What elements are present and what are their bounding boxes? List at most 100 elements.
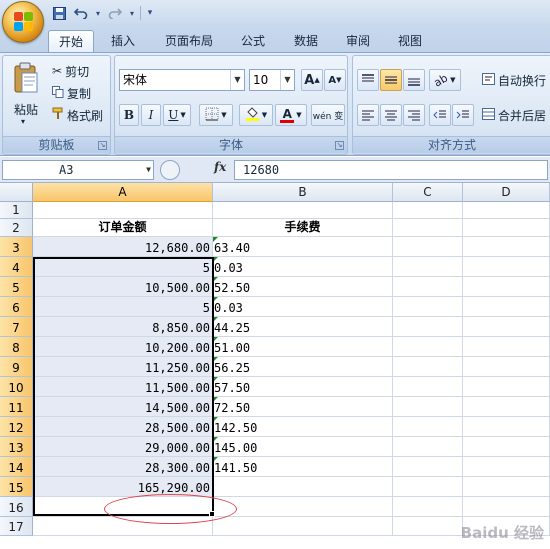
cell-fee[interactable]: 51.00: [213, 337, 393, 357]
align-center-button[interactable]: [380, 104, 402, 126]
cell-empty[interactable]: [33, 497, 213, 517]
cell-fee[interactable]: 63.40: [213, 237, 393, 257]
row-header-4[interactable]: 4: [0, 257, 33, 277]
font-name-select[interactable]: 宋体 ▼: [119, 69, 245, 91]
cell-fee[interactable]: 72.50: [213, 397, 393, 417]
row-header-1[interactable]: 1: [0, 202, 33, 219]
cell-empty[interactable]: [463, 257, 550, 277]
tab-formulas[interactable]: 公式: [230, 30, 276, 52]
cell-empty[interactable]: [463, 317, 550, 337]
cell-empty[interactable]: [463, 297, 550, 317]
insert-function-icon[interactable]: fx: [214, 160, 226, 174]
cell-empty[interactable]: [463, 277, 550, 297]
header-cell-order-amount[interactable]: 订单金额: [33, 219, 213, 237]
fill-handle[interactable]: [209, 511, 215, 517]
tab-insert[interactable]: 插入: [100, 30, 146, 52]
cell-empty[interactable]: [393, 337, 463, 357]
wrap-text-button[interactable]: 自动换行: [481, 69, 550, 91]
cell-total[interactable]: 165,290.00: [33, 477, 213, 497]
cell-empty[interactable]: [463, 219, 550, 237]
paste-button[interactable]: 粘贴 ▾: [7, 60, 45, 134]
shrink-font-button[interactable]: A ▼: [324, 69, 346, 91]
underline-button[interactable]: U ▼: [163, 104, 191, 126]
cell-empty[interactable]: [33, 517, 213, 536]
column-header-d[interactable]: D: [463, 183, 550, 202]
column-header-b[interactable]: B: [213, 183, 393, 202]
cell-fee[interactable]: 0.03: [213, 257, 393, 277]
row-header-8[interactable]: 8: [0, 337, 33, 357]
cut-button[interactable]: ✂ 剪切: [51, 60, 107, 82]
align-bottom-button[interactable]: [403, 69, 425, 91]
cell-empty[interactable]: [393, 477, 463, 497]
font-size-select[interactable]: 10 ▼: [249, 69, 295, 91]
bold-button[interactable]: B: [119, 104, 139, 126]
row-header-14[interactable]: 14: [0, 457, 33, 477]
phonetic-button[interactable]: wén 变: [311, 104, 345, 126]
select-all-corner[interactable]: [0, 183, 33, 202]
cell-order-amount[interactable]: 28,500.00: [33, 417, 213, 437]
cell-order-amount[interactable]: 11,250.00: [33, 357, 213, 377]
row-header-3[interactable]: 3: [0, 237, 33, 257]
cell-empty[interactable]: [213, 202, 393, 219]
cell-empty[interactable]: [463, 357, 550, 377]
cell-fee[interactable]: 57.50: [213, 377, 393, 397]
cell-empty[interactable]: [463, 377, 550, 397]
row-header-6[interactable]: 6: [0, 297, 33, 317]
cell-empty[interactable]: [393, 377, 463, 397]
row-header-13[interactable]: 13: [0, 437, 33, 457]
align-middle-button[interactable]: [380, 69, 402, 91]
cell-empty[interactable]: [33, 202, 213, 219]
cell-empty[interactable]: [213, 497, 393, 517]
cell-order-amount[interactable]: 29,000.00: [33, 437, 213, 457]
merge-center-button[interactable]: 合并后居: [481, 104, 550, 126]
paste-dropdown-icon[interactable]: ▾: [21, 117, 25, 126]
name-box[interactable]: A3 ▼: [2, 160, 154, 180]
cell-empty[interactable]: [463, 457, 550, 477]
cell-fee[interactable]: 141.50: [213, 457, 393, 477]
row-header-15[interactable]: 15: [0, 477, 33, 497]
row-header-16[interactable]: 16: [0, 497, 33, 517]
name-box-dropdown-icon[interactable]: ▼: [146, 161, 151, 179]
row-header-12[interactable]: 12: [0, 417, 33, 437]
fill-color-button[interactable]: ▼: [239, 104, 273, 126]
increase-indent-button[interactable]: [452, 104, 474, 126]
cell-empty[interactable]: [393, 219, 463, 237]
align-left-button[interactable]: [357, 104, 379, 126]
cell-order-amount[interactable]: 8,850.00: [33, 317, 213, 337]
cell-empty[interactable]: [463, 477, 550, 497]
cell-order-amount[interactable]: 14,500.00: [33, 397, 213, 417]
font-color-button[interactable]: A ▼: [275, 104, 307, 126]
cell-empty[interactable]: [463, 237, 550, 257]
header-cell-fee[interactable]: 手续费: [213, 219, 393, 237]
cell-empty[interactable]: [463, 397, 550, 417]
undo-dropdown-icon[interactable]: ▾: [94, 5, 102, 21]
row-header-11[interactable]: 11: [0, 397, 33, 417]
font-name-dropdown-icon[interactable]: ▼: [230, 70, 244, 90]
borders-dropdown-icon[interactable]: ▼: [221, 111, 226, 119]
align-right-button[interactable]: [403, 104, 425, 126]
cell-empty[interactable]: [393, 277, 463, 297]
cell-order-amount[interactable]: 28,300.00: [33, 457, 213, 477]
row-header-5[interactable]: 5: [0, 277, 33, 297]
formula-input[interactable]: 12680: [234, 160, 548, 180]
cell-order-amount[interactable]: 10,200.00: [33, 337, 213, 357]
underline-dropdown-icon[interactable]: ▼: [180, 111, 185, 119]
tab-page-layout[interactable]: 页面布局: [156, 30, 222, 52]
cell-empty[interactable]: [213, 477, 393, 497]
cell-empty[interactable]: [463, 202, 550, 219]
cell-fee[interactable]: 44.25: [213, 317, 393, 337]
cell-empty[interactable]: [393, 257, 463, 277]
align-top-button[interactable]: [357, 69, 379, 91]
redo-dropdown-icon[interactable]: ▾: [128, 5, 136, 21]
fill-color-dropdown-icon[interactable]: ▼: [262, 111, 267, 119]
cell-fee[interactable]: 0.03: [213, 297, 393, 317]
customize-qat-icon[interactable]: ▾: [145, 5, 155, 21]
cell-fee[interactable]: 145.00: [213, 437, 393, 457]
cell-empty[interactable]: [463, 337, 550, 357]
cell-empty[interactable]: [463, 437, 550, 457]
cell-order-amount[interactable]: 5: [33, 257, 213, 277]
cell-empty[interactable]: [393, 457, 463, 477]
row-header-2[interactable]: 2: [0, 219, 33, 237]
cell-fee[interactable]: 56.25: [213, 357, 393, 377]
font-size-dropdown-icon[interactable]: ▼: [280, 70, 294, 90]
